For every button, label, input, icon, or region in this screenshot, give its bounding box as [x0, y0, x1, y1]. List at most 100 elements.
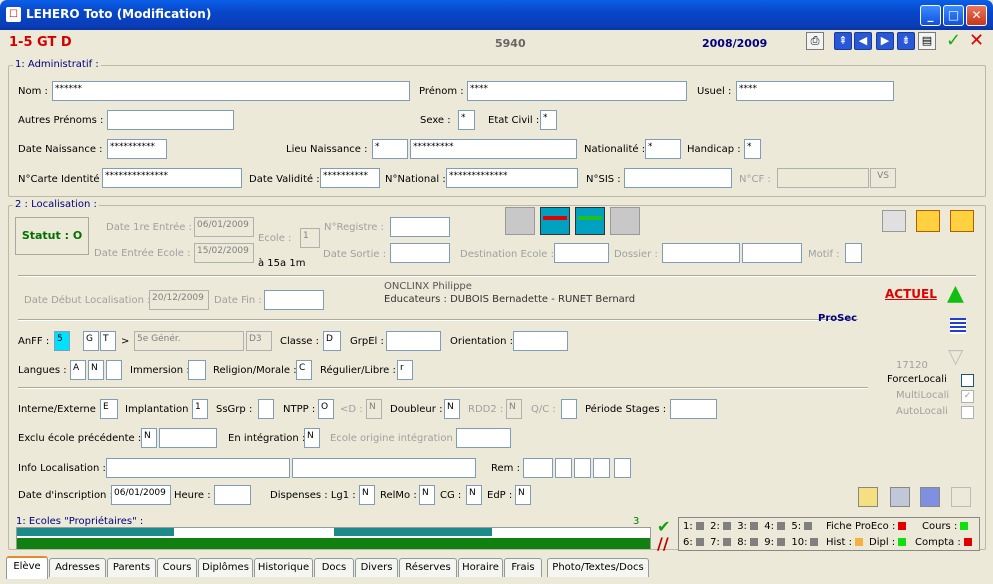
report-orange-icon-2[interactable]	[950, 210, 974, 232]
doubleur-field[interactable]: N	[444, 399, 460, 419]
list-icon[interactable]	[950, 318, 966, 334]
tab-eleve[interactable]: Elève	[6, 556, 48, 579]
tab-photo-textes-docs[interactable]: Photo/Textes/Docs	[547, 558, 649, 577]
report-orange-icon[interactable]	[916, 210, 940, 232]
rem-field-4[interactable]	[593, 458, 610, 478]
carte-field[interactable]: **************	[102, 168, 242, 188]
rem-field-2[interactable]	[555, 458, 572, 478]
tab-frais[interactable]: Frais	[504, 558, 542, 577]
title-bar[interactable]: ☐ LEHERO Toto (Modification) _ □ ✕	[0, 0, 993, 30]
validate-icon[interactable]: ✓	[946, 30, 961, 51]
prenom-field[interactable]: ****	[467, 81, 687, 101]
fin-field[interactable]	[264, 290, 324, 310]
sis-field[interactable]	[624, 168, 732, 188]
actuel-link[interactable]: ACTUEL	[885, 287, 937, 301]
maximize-button[interactable]: □	[943, 5, 964, 26]
ntpp-field[interactable]: O	[318, 399, 334, 419]
handicap-field[interactable]: *	[744, 139, 761, 159]
tab-historique[interactable]: Historique	[254, 558, 313, 577]
regulier-field[interactable]: r	[397, 360, 413, 380]
integration-field[interactable]: N	[304, 428, 320, 448]
lieu-naissance-field[interactable]: *********	[410, 139, 577, 159]
anff-field-1[interactable]: 5	[54, 331, 70, 351]
tab-diplomes[interactable]: Diplômes	[198, 558, 253, 577]
print-icon[interactable]: ⎙	[806, 32, 824, 50]
last-record-icon[interactable]: ⇟	[897, 32, 915, 50]
origine-field[interactable]	[456, 428, 511, 448]
calculator-icon[interactable]	[890, 487, 910, 507]
next-record-icon[interactable]: ▶	[876, 32, 894, 50]
nom-field[interactable]: ******	[52, 81, 410, 101]
usuel-field[interactable]: ****	[736, 81, 894, 101]
slash-icon[interactable]: //	[657, 534, 669, 553]
relmo-field[interactable]: N	[419, 485, 435, 505]
national-field[interactable]: *************	[446, 168, 578, 188]
sortie-field[interactable]	[390, 243, 450, 263]
ssgrp-field[interactable]	[258, 399, 274, 419]
door-exit-gray-icon[interactable]	[505, 207, 535, 235]
langue-field-2[interactable]: N	[88, 360, 104, 380]
grpel-field[interactable]	[386, 331, 441, 351]
first-record-icon[interactable]: ⇞	[834, 32, 852, 50]
tab-divers[interactable]: Divers	[355, 558, 398, 577]
sexe-field[interactable]: *	[458, 110, 475, 130]
etat-civil-field[interactable]: *	[540, 110, 557, 130]
orientation-field[interactable]	[513, 331, 568, 351]
heure-field[interactable]	[214, 485, 251, 505]
vs-button[interactable]: VS	[870, 168, 896, 188]
refresh-icon[interactable]	[920, 487, 940, 507]
lg1-field[interactable]: N	[359, 485, 375, 505]
dossier-field-2[interactable]	[742, 243, 802, 263]
info-field-1[interactable]	[106, 458, 290, 478]
down-arrow-icon[interactable]: ▽	[948, 344, 963, 368]
lieu-naissance-code[interactable]: *	[372, 139, 408, 159]
cg-field[interactable]: N	[466, 485, 482, 505]
tab-horaire[interactable]: Horaire	[458, 558, 503, 577]
date-naissance-field[interactable]: **********	[107, 139, 167, 159]
tab-reserves[interactable]: Réserves	[399, 558, 457, 577]
exclu-field-2[interactable]	[159, 428, 217, 448]
implantation-field[interactable]: 1	[192, 399, 208, 419]
tab-docs[interactable]: Docs	[314, 558, 354, 577]
door-enter-icon[interactable]	[575, 207, 605, 235]
qc-field[interactable]	[561, 399, 577, 419]
dossier-field-1[interactable]	[662, 243, 740, 263]
rem-field-1[interactable]	[523, 458, 553, 478]
report-gray-icon[interactable]	[882, 210, 906, 232]
previous-record-icon[interactable]: ◀	[854, 32, 872, 50]
registre-field[interactable]	[390, 217, 450, 237]
tab-cours[interactable]: Cours	[157, 558, 197, 577]
destination-field[interactable]	[554, 243, 609, 263]
close-button[interactable]: ✕	[966, 5, 987, 26]
anff-field-3[interactable]: T	[100, 331, 116, 351]
religion-field[interactable]: C	[296, 360, 312, 380]
forcer-checkbox[interactable]	[961, 374, 974, 387]
rem-field-3[interactable]	[574, 458, 591, 478]
door-enter-gray-icon[interactable]	[610, 207, 640, 235]
inscription-field[interactable]: 06/01/2009	[111, 485, 171, 505]
edit-icon[interactable]	[951, 487, 971, 507]
tab-adresses[interactable]: Adresses	[49, 558, 106, 577]
notes-icon[interactable]: ▤	[918, 32, 936, 50]
exclu-field[interactable]: N	[141, 428, 157, 448]
rem-field-5[interactable]	[614, 458, 631, 478]
cancel-icon[interactable]: ✕	[969, 30, 984, 51]
langue-field-3[interactable]	[106, 360, 122, 380]
door-exit-icon[interactable]	[540, 207, 570, 235]
minimize-button[interactable]: _	[920, 5, 941, 26]
stages-field[interactable]	[670, 399, 717, 419]
immersion-field[interactable]	[188, 360, 206, 380]
langue-field-1[interactable]: A	[70, 360, 86, 380]
motif-field[interactable]	[845, 243, 862, 263]
anff-field-2[interactable]: G	[83, 331, 99, 351]
up-arrow-icon[interactable]: ▲	[947, 283, 964, 305]
validite-field[interactable]: **********	[320, 168, 380, 188]
nationalite-field[interactable]: *	[645, 139, 681, 159]
classe-field[interactable]: D	[323, 331, 341, 351]
search-icon[interactable]	[858, 487, 878, 507]
ecoles-grid[interactable]	[16, 527, 651, 549]
info-field-2[interactable]	[292, 458, 476, 478]
edp-field[interactable]: N	[515, 485, 531, 505]
interne-field[interactable]: E	[100, 399, 118, 419]
autres-prenoms-field[interactable]	[107, 110, 234, 130]
